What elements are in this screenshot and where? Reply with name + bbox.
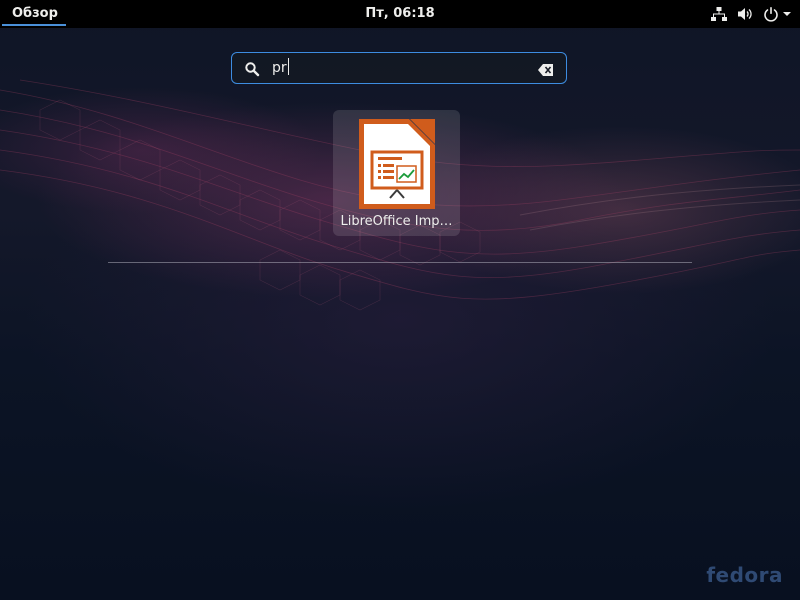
network-wired-icon[interactable] <box>710 5 728 23</box>
wallpaper-art <box>0 79 800 311</box>
wallpaper <box>0 0 800 600</box>
clock-label[interactable]: Пт, 06:18 <box>365 6 434 21</box>
activities-indicator <box>2 24 66 26</box>
clock: Пт, 06:18 <box>0 0 800 28</box>
search-icon <box>244 61 260 77</box>
results-separator <box>108 262 692 263</box>
power-icon[interactable] <box>762 5 780 23</box>
libreoffice-impress-icon <box>356 116 438 212</box>
top-bar: Обзор Пт, 06:18 <box>0 0 800 28</box>
text-cursor <box>287 58 289 75</box>
app-label: LibreOffice Imp… <box>340 214 453 229</box>
search-input-text[interactable]: pr <box>272 60 287 76</box>
volume-icon[interactable] <box>736 5 754 23</box>
search-result-item[interactable]: LibreOffice Imp… <box>333 110 460 236</box>
search-input[interactable]: pr <box>272 53 289 83</box>
chevron-down-icon[interactable] <box>782 9 792 19</box>
fedora-logo: fedora <box>706 563 783 587</box>
system-tray[interactable] <box>702 0 800 28</box>
edit-clear-icon[interactable] <box>538 62 554 76</box>
search-box[interactable]: pr <box>231 52 567 84</box>
